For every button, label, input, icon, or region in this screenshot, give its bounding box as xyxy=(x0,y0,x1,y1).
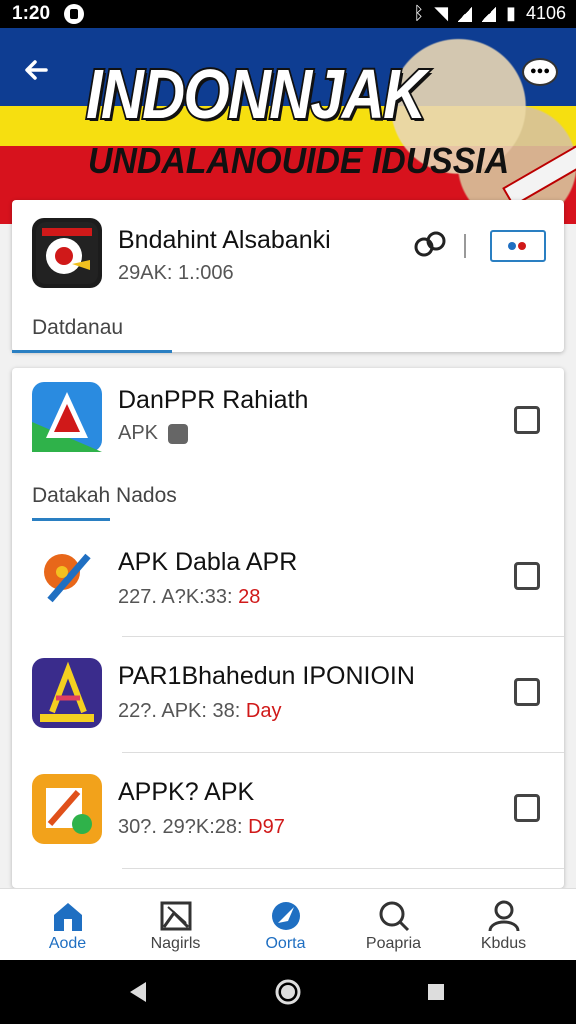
home-icon xyxy=(54,903,82,931)
nav-item-explore[interactable]: Oorta xyxy=(228,889,343,961)
divider xyxy=(122,752,564,753)
divider xyxy=(122,636,564,637)
banner-title: INDONNJAK xyxy=(84,53,428,135)
section-label: Datakah Nados xyxy=(32,484,177,507)
nav-item-profile[interactable]: Kbdus xyxy=(446,889,561,961)
app-list-card: DanPPR Rahiath APK Datakah Nados APK Dab… xyxy=(12,368,564,888)
app-icon-bndahint xyxy=(32,218,102,288)
back-icon[interactable] xyxy=(128,980,148,1004)
bottom-navigation: Aode Nagirls Oorta Poapria Kbdus xyxy=(0,888,576,961)
nav-item-search[interactable]: Poapria xyxy=(336,889,451,961)
install-button[interactable] xyxy=(490,230,546,262)
app-meta: 30?. 29?K:28: D97 xyxy=(118,816,285,838)
list-item[interactable]: PAR1Bhahedun IPONIOIN 22?. APK: 38: Day xyxy=(12,650,564,750)
back-arrow-icon[interactable] xyxy=(20,54,52,86)
section-label: Datdanau xyxy=(32,316,124,339)
nav-label: Oorta xyxy=(265,935,306,952)
badge-icon xyxy=(168,424,188,444)
app-icon-dabla xyxy=(32,542,102,612)
app-meta: 29AK: 1.:006 xyxy=(118,262,234,284)
list-item[interactable]: APK Dabla APR 227. A?K:33: 28 xyxy=(12,536,564,636)
nav-item-images[interactable]: Nagirls xyxy=(118,889,233,961)
checkbox[interactable] xyxy=(514,794,540,822)
divider-vertical xyxy=(464,234,466,258)
nav-item-home[interactable]: Aode xyxy=(10,889,125,961)
status-icons: ᛒ ◥ ▮ 4106 xyxy=(413,3,566,24)
app-meta: 22?. APK: 38: Day xyxy=(118,700,282,722)
section-underline xyxy=(32,518,110,521)
nav-label: Poapria xyxy=(365,935,422,952)
person-icon xyxy=(488,900,520,932)
featured-app-card[interactable]: Bndahint Alsabanki 29AK: 1.:006 Datdanau xyxy=(12,200,564,353)
nav-label: Aode xyxy=(48,935,87,952)
home-button-icon[interactable] xyxy=(274,978,302,1006)
app-icon-appk xyxy=(32,774,102,844)
image-icon xyxy=(160,901,192,931)
app-meta: APK xyxy=(118,422,159,444)
app-icon-danppr xyxy=(32,382,102,452)
app-name: APPK? APK xyxy=(118,778,255,806)
banner-subtitle: UNDALANOUIDE IDUSSIA xyxy=(88,140,510,181)
app-meta: 227. A?K:33: 28 xyxy=(118,586,261,608)
bluetooth-icon: ᛒ xyxy=(413,3,425,23)
app-icon-par1 xyxy=(32,658,102,728)
signal-icon-2 xyxy=(482,5,497,22)
nav-label: Kbdus xyxy=(480,935,527,952)
header-banner: INDONNJAK UNDALANOUIDE IDUSSIA ●●● xyxy=(0,28,576,224)
status-bar: 1:20 ᛒ ◥ ▮ 4106 xyxy=(0,0,576,28)
status-time: 1:20 xyxy=(12,3,51,24)
search-icon xyxy=(379,901,410,932)
system-navigation-bar xyxy=(0,960,576,1024)
app-name: APK Dabla APR xyxy=(118,548,298,576)
app-name: Bndahint Alsabanki xyxy=(118,226,331,254)
app-name: PAR1Bhahedun IPONIOIN xyxy=(118,662,415,690)
nav-label: Nagirls xyxy=(150,935,201,952)
checkbox[interactable] xyxy=(514,562,540,590)
signal-icon xyxy=(458,5,473,22)
compass-icon xyxy=(272,902,300,930)
app-name: DanPPR Rahiath xyxy=(118,386,309,414)
list-item[interactable]: APPK? APK 30?. 29?K:28: D97 xyxy=(12,766,564,866)
divider xyxy=(122,868,564,869)
section-underline xyxy=(12,350,172,353)
link-icon[interactable] xyxy=(410,230,450,260)
chat-icon[interactable]: ●●● xyxy=(522,58,558,86)
checkbox[interactable] xyxy=(514,406,540,434)
notification-icon xyxy=(64,4,84,24)
battery-icon: ▮ xyxy=(506,3,516,23)
battery-level: 4106 xyxy=(525,3,566,23)
wifi-icon: ◥ xyxy=(434,3,449,23)
recents-icon[interactable] xyxy=(426,982,446,1002)
checkbox[interactable] xyxy=(514,678,540,706)
